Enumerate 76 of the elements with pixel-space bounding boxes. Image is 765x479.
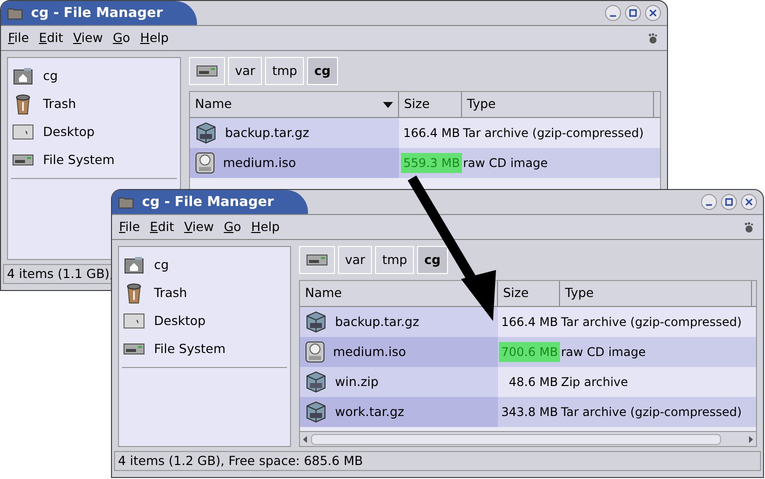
minimize-button[interactable]	[701, 194, 717, 210]
path-button[interactable]: tmp	[375, 246, 414, 274]
file-size: 559.3 MB	[401, 153, 462, 173]
maximize-button[interactable]	[721, 194, 737, 210]
menu-item[interactable]: File	[114, 218, 145, 236]
scroll-thumb[interactable]	[311, 434, 721, 444]
menu-item[interactable]: File	[3, 28, 34, 48]
maximize-button[interactable]	[625, 5, 641, 21]
column-header[interactable]: Name	[305, 284, 342, 303]
menu-item[interactable]: Go	[108, 28, 136, 48]
column-header[interactable]: Size	[503, 284, 529, 303]
file-type: Tar archive (gzip-compressed)	[560, 404, 742, 421]
root-path-button[interactable]	[189, 57, 225, 85]
disc-image-icon	[195, 152, 215, 174]
status-bar: 4 items (1.2 GB), Free space: 685.6 MB	[114, 451, 761, 471]
path-button[interactable]: cg	[417, 246, 448, 274]
horizontal-scrollbar[interactable]	[300, 431, 756, 446]
trash-icon	[15, 93, 31, 115]
column-header[interactable]: Name	[195, 95, 232, 114]
folder-icon	[118, 196, 134, 208]
menu-item[interactable]: Go	[218, 218, 246, 236]
close-button[interactable]	[645, 5, 661, 21]
menu-item[interactable]: Help	[135, 28, 174, 48]
file-type: raw CD image	[462, 155, 548, 172]
file-size: 48.6 MB	[508, 374, 559, 391]
trash-icon	[126, 282, 142, 304]
window-title: cg - File Manager	[31, 4, 163, 23]
disc-image-icon	[305, 341, 325, 363]
drive-icon	[196, 65, 218, 77]
tgz-archive-icon	[195, 122, 217, 144]
sidebar-item[interactable]: Desktop	[154, 312, 206, 330]
drive-icon	[306, 254, 328, 266]
sidebar-item[interactable]: Desktop	[43, 122, 95, 142]
file-size: 166.4 MB	[500, 314, 559, 331]
path-button[interactable]: var	[338, 246, 372, 274]
foot-icon	[648, 32, 657, 44]
path-button[interactable]: var	[228, 57, 262, 85]
path-button[interactable]: tmp	[265, 57, 304, 85]
minimize-button[interactable]	[605, 5, 621, 21]
tgz-archive-icon	[305, 311, 327, 333]
sidebar-item[interactable]: Trash	[154, 284, 188, 302]
file-type: Zip archive	[560, 374, 628, 391]
window-title: cg - File Manager	[142, 192, 274, 212]
column-header[interactable]: Size	[404, 95, 430, 114]
root-path-button[interactable]	[299, 246, 335, 274]
tgz-archive-icon	[305, 401, 327, 423]
menu-item[interactable]: View	[68, 28, 108, 48]
file-type: Tar archive (gzip-compressed)	[560, 314, 742, 331]
menu-item[interactable]: Edit	[34, 28, 68, 48]
foot-icon	[744, 222, 753, 232]
sidebar-item[interactable]: File System	[43, 150, 115, 170]
drive-icon	[123, 343, 145, 355]
home-folder-icon	[13, 67, 33, 85]
file-size: 166.4 MB	[402, 125, 461, 142]
file-type: Tar archive (gzip-compressed)	[462, 125, 644, 142]
close-button[interactable]	[741, 194, 757, 210]
zip-archive-icon	[305, 371, 327, 393]
sort-arrow-icon	[383, 102, 393, 108]
sidebar-item[interactable]: Trash	[43, 94, 76, 114]
home-folder-icon	[124, 256, 144, 274]
file-name[interactable]: win.zip	[335, 372, 379, 392]
path-button[interactable]: cg	[307, 57, 338, 85]
folder-icon	[7, 6, 23, 20]
column-header[interactable]: Type	[565, 284, 594, 303]
sidebar-item[interactable]: File System	[154, 340, 226, 358]
file-size: 700.6 MB	[499, 342, 560, 362]
menu-item[interactable]: Help	[246, 218, 285, 236]
desktop-icon	[123, 313, 145, 329]
drive-icon	[12, 154, 34, 166]
menu-item[interactable]: View	[179, 218, 219, 236]
desktop-icon	[12, 124, 34, 140]
sidebar-item[interactable]: cg	[43, 66, 58, 86]
file-type: raw CD image	[560, 344, 646, 361]
file-size: 343.8 MB	[500, 404, 559, 421]
menu-item[interactable]: Edit	[144, 218, 180, 236]
column-header[interactable]: Type	[467, 95, 496, 114]
